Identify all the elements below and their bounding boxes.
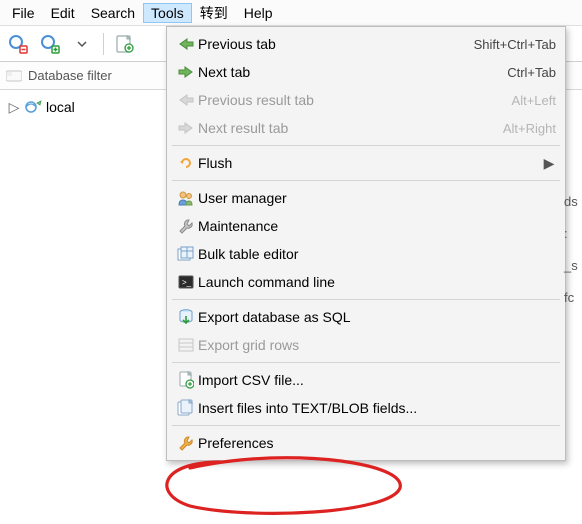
plug-plus-icon [40, 34, 60, 54]
arrow-left-grey-icon [174, 93, 198, 107]
menuitem-label: Flush [198, 155, 542, 171]
menuitem-label: User manager [198, 190, 556, 206]
wrench-icon [174, 218, 198, 234]
toolbar-dropdown-1[interactable] [68, 30, 96, 58]
menuitem-export-grid-rows: Export grid rows [170, 331, 562, 359]
menu-edit[interactable]: Edit [43, 3, 83, 23]
menu-separator [172, 362, 560, 363]
plug-minus-icon [8, 34, 28, 54]
menuitem-bulk-table-editor[interactable]: Bulk table editor [170, 240, 562, 268]
arrow-left-green-icon [174, 37, 198, 51]
grid-export-icon [174, 338, 198, 352]
menuitem-user-manager[interactable]: User manager [170, 184, 562, 212]
menu-goto[interactable]: 转到 [192, 1, 236, 25]
menu-tools[interactable]: Tools [143, 3, 192, 23]
menuitem-shortcut: Alt+Left [512, 93, 556, 108]
tools-menu: Previous tab Shift+Ctrl+Tab Next tab Ctr… [166, 26, 566, 461]
tree-twisty-icon[interactable]: ▷ [8, 99, 20, 116]
menuitem-label: Export grid rows [198, 337, 556, 353]
menuitem-insert-files-blob[interactable]: Insert files into TEXT/BLOB fields... [170, 394, 562, 422]
menuitem-label: Maintenance [198, 218, 556, 234]
tree-item-label: local [46, 99, 75, 115]
arrow-right-grey-icon [174, 121, 198, 135]
toolbar-btn-3[interactable] [111, 30, 139, 58]
toolbar-btn-1[interactable] [4, 30, 32, 58]
annotation-circle [150, 454, 410, 520]
menuitem-previous-result-tab: Previous result tab Alt+Left [170, 86, 562, 114]
menuitem-label: Launch command line [198, 274, 556, 290]
terminal-icon: >_ [174, 275, 198, 289]
menu-separator [172, 425, 560, 426]
menuitem-import-csv-file[interactable]: Import CSV file... [170, 366, 562, 394]
menu-separator [172, 180, 560, 181]
menuitem-export-database-sql[interactable]: Export database as SQL [170, 303, 562, 331]
menuitem-label: Next tab [198, 64, 507, 80]
menu-separator [172, 145, 560, 146]
flush-icon [174, 155, 198, 171]
database-filter-label: Database filter [28, 68, 112, 83]
menuitem-shortcut: Alt+Right [503, 121, 556, 136]
files-insert-icon [174, 399, 198, 417]
menuitem-preferences[interactable]: Preferences [170, 429, 562, 457]
menuitem-label: Import CSV file... [198, 372, 556, 388]
wrench-pref-icon [174, 435, 198, 451]
menuitem-label: Insert files into TEXT/BLOB fields... [198, 400, 556, 416]
menu-search[interactable]: Search [83, 3, 143, 23]
toolbar-btn-2[interactable] [36, 30, 64, 58]
db-export-icon [174, 308, 198, 326]
arrow-right-green-icon [174, 65, 198, 79]
menuitem-shortcut: Shift+Ctrl+Tab [474, 37, 556, 52]
menuitem-label: Preferences [198, 435, 556, 451]
menuitem-next-tab[interactable]: Next tab Ctrl+Tab [170, 58, 562, 86]
menuitem-flush[interactable]: Flush ▶ [170, 149, 562, 177]
filter-tab-icon [6, 69, 22, 83]
users-icon [174, 190, 198, 206]
tables-icon [174, 246, 198, 262]
menu-separator [172, 299, 560, 300]
toolbar-separator [103, 33, 104, 55]
menuitem-label: Previous result tab [198, 92, 512, 108]
menuitem-shortcut: Ctrl+Tab [507, 65, 556, 80]
new-doc-icon [116, 34, 134, 54]
menu-help[interactable]: Help [236, 3, 281, 23]
menuitem-label: Previous tab [198, 36, 474, 52]
submenu-arrow-icon: ▶ [542, 155, 556, 172]
menu-file[interactable]: File [4, 3, 43, 23]
menubar: File Edit Search Tools 转到 Help [0, 0, 582, 26]
menuitem-label: Next result tab [198, 120, 503, 136]
menuitem-previous-tab[interactable]: Previous tab Shift+Ctrl+Tab [170, 30, 562, 58]
menuitem-label: Export database as SQL [198, 309, 556, 325]
menuitem-maintenance[interactable]: Maintenance [170, 212, 562, 240]
chevron-down-icon [77, 39, 87, 49]
menuitem-next-result-tab: Next result tab Alt+Right [170, 114, 562, 142]
csv-import-icon [174, 371, 198, 389]
server-icon [24, 99, 42, 115]
menuitem-launch-command-line[interactable]: >_ Launch command line [170, 268, 562, 296]
svg-text:>_: >_ [182, 278, 192, 287]
menuitem-label: Bulk table editor [198, 246, 556, 262]
